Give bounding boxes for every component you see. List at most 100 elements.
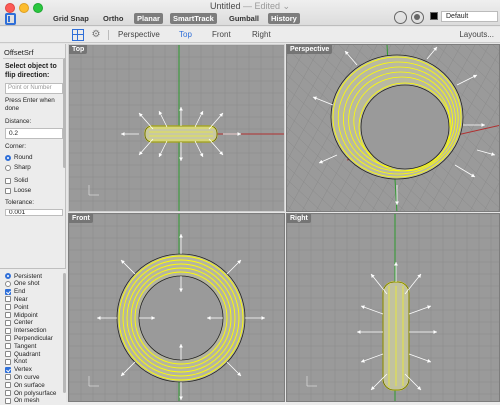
command-input[interactable]: Point or Number	[5, 83, 63, 94]
radio-icon	[5, 273, 11, 279]
checkbox-icon	[5, 343, 11, 350]
layer-dropdown[interactable]: Default	[441, 11, 498, 22]
checkbox-icon	[5, 304, 11, 311]
corner-round-option[interactable]: Round	[5, 153, 33, 162]
checkbox-icon	[5, 327, 11, 334]
layer-color-swatch[interactable]	[430, 12, 438, 20]
arrow-head	[179, 107, 183, 111]
viewport-title[interactable]: Front	[69, 214, 93, 223]
grid-snap-toggle[interactable]: Grid Snap	[50, 13, 92, 24]
ring-inner	[360, 84, 450, 170]
tab-top[interactable]: Top	[179, 30, 192, 39]
solid-checkbox[interactable]: Solid	[5, 176, 28, 185]
arrow-head	[261, 316, 265, 320]
grid-line	[492, 45, 499, 51]
checkbox-icon	[5, 358, 11, 365]
arrow-head	[395, 201, 399, 205]
grid-line	[287, 165, 336, 211]
window-title: Untitled — Edited ⌄	[0, 1, 500, 12]
edited-indicator: — Edited ⌄	[242, 1, 291, 11]
viewport-perspective[interactable]: Perspective	[286, 44, 500, 212]
viewport-title[interactable]: Right	[287, 214, 311, 223]
checkbox-icon	[5, 374, 11, 381]
viewport-title[interactable]: Top	[69, 45, 88, 54]
checkbox-icon	[5, 366, 11, 373]
viewport-canvas	[69, 45, 284, 211]
viewport-top[interactable]: Top	[68, 44, 285, 212]
radio-icon	[5, 280, 11, 287]
history-toggle[interactable]: History	[268, 13, 300, 24]
gumball-toggle[interactable]: Gumball	[226, 13, 262, 24]
tab-divider	[108, 30, 109, 40]
document-name: Untitled	[209, 1, 241, 11]
checkbox-icon	[5, 390, 11, 396]
viewport-right[interactable]: Right	[286, 213, 500, 402]
viewport-tab-bar: ⚙ Perspective Top Front Right Layouts...	[0, 27, 500, 43]
panel-scrollbar[interactable]	[63, 58, 66, 168]
osnap-panel: Persistent One shot End Near Point Midpoint Ce…	[0, 268, 66, 405]
corner-label: Corner:	[5, 143, 26, 150]
osnap-on-mesh[interactable]: On mesh	[5, 397, 40, 405]
radio-off-icon	[5, 164, 11, 171]
planar-toggle[interactable]: Planar	[134, 13, 163, 24]
grid-line	[287, 45, 336, 136]
loose-checkbox[interactable]: Loose	[5, 186, 31, 195]
record-history-icon[interactable]	[411, 11, 424, 24]
loose-label: Loose	[14, 187, 32, 194]
app-window: Untitled — Edited ⌄ Grid Snap Ortho Plan…	[0, 0, 500, 405]
osnap-label: On mesh	[14, 397, 40, 405]
solid-label: Solid	[14, 177, 29, 184]
viewport-canvas	[287, 45, 499, 211]
arrow-head	[121, 132, 125, 136]
checkbox-icon	[5, 382, 11, 389]
command-name: OffsetSrf	[4, 48, 34, 57]
enter-hint: Press Enter when done	[5, 97, 55, 112]
tolerance-label: Tolerance:	[5, 199, 35, 206]
checkbox-icon	[5, 312, 11, 318]
gear-icon[interactable]: ⚙	[90, 29, 102, 41]
ring-top-view	[144, 125, 218, 143]
distance-field[interactable]: 0.2	[5, 128, 63, 139]
checkbox-icon	[5, 351, 11, 357]
layouts-button[interactable]: Layouts...	[459, 30, 494, 39]
tab-perspective[interactable]: Perspective	[118, 30, 160, 39]
checkbox-icon	[5, 187, 11, 194]
corner-sharp-label: Sharp	[14, 164, 31, 171]
smarttrack-toggle[interactable]: SmartTrack	[170, 13, 217, 24]
command-prompt: Select object to flip direction:	[5, 63, 57, 79]
grid-line	[287, 179, 322, 211]
tab-right[interactable]: Right	[252, 30, 271, 39]
checkbox-icon	[5, 397, 11, 404]
tab-front[interactable]: Front	[212, 30, 231, 39]
sidebar-toggle-icon[interactable]	[5, 13, 16, 25]
checkbox-icon	[5, 177, 11, 184]
viewport-title[interactable]: Perspective	[287, 45, 333, 54]
checkbox-icon	[5, 335, 11, 342]
arrow-head	[179, 234, 183, 238]
tolerance-field[interactable]: 0.001	[5, 209, 63, 216]
osnap-scrollbar[interactable]	[63, 273, 66, 393]
radio-on-icon	[5, 154, 11, 161]
distance-label: Distance:	[5, 118, 32, 125]
arrow-head	[97, 316, 101, 320]
rotate-view-icon[interactable]	[394, 11, 407, 24]
title-bar: Untitled — Edited ⌄ Grid Snap Ortho Plan…	[0, 0, 500, 26]
checkbox-icon	[5, 319, 11, 326]
checkbox-icon	[5, 296, 11, 303]
divider	[3, 58, 63, 59]
four-view-layout-icon[interactable]	[72, 29, 84, 41]
corner-sharp-option[interactable]: Sharp	[5, 163, 31, 172]
arrow-head	[237, 132, 241, 136]
viewport-front[interactable]: Front	[68, 213, 285, 402]
direction-arrow	[370, 273, 388, 295]
corner-round-label: Round	[14, 154, 33, 161]
direction-arrow	[404, 273, 422, 295]
ortho-toggle[interactable]: Ortho	[100, 13, 126, 24]
arrow-head	[179, 396, 183, 400]
arrow-head	[481, 123, 485, 127]
command-panel: OffsetSrf Select object to flip directio…	[0, 44, 66, 405]
arrow-head	[179, 157, 183, 161]
viewport-canvas	[287, 214, 499, 401]
arrow-head	[491, 152, 495, 156]
viewport-canvas	[69, 214, 284, 401]
